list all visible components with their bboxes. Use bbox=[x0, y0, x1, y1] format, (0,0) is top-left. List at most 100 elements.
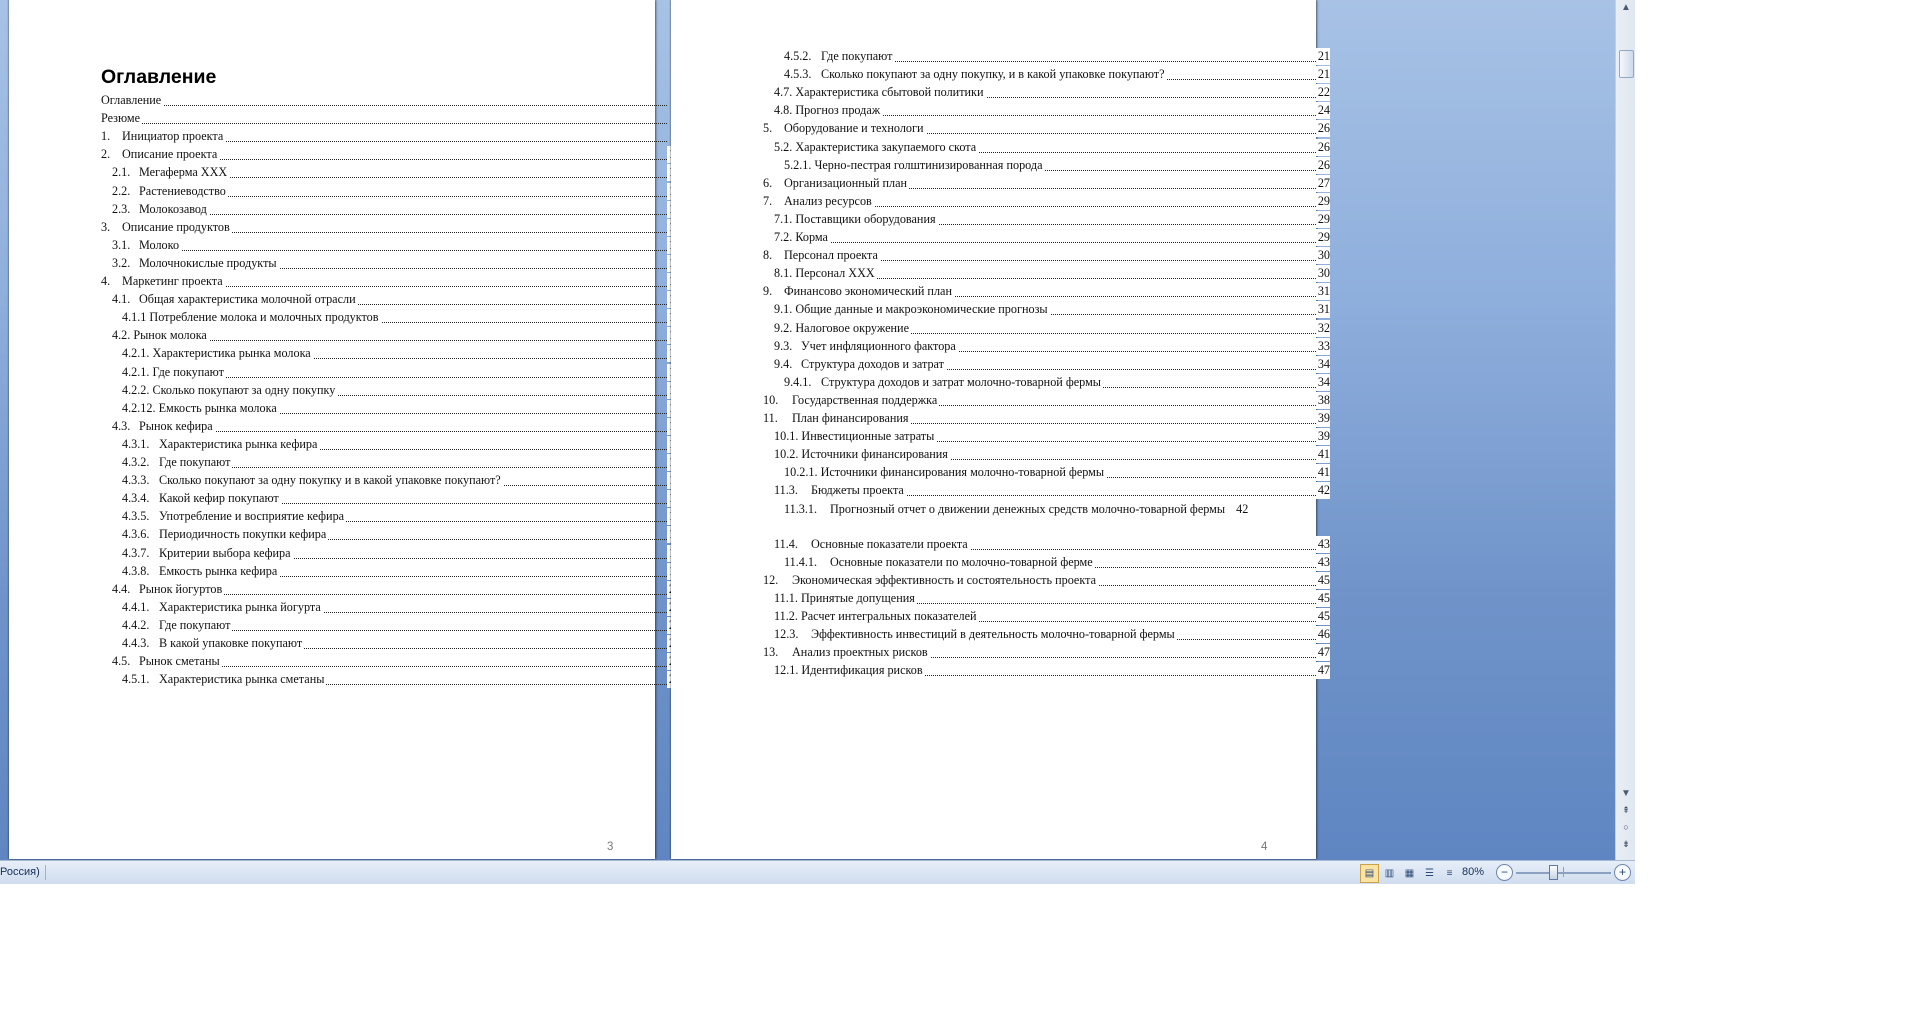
toc-entry[interactable]: 2.2.Растениеводство12 bbox=[112, 182, 681, 200]
zoom-level[interactable]: 80% bbox=[1462, 866, 1484, 878]
toc-entry[interactable]: 4.1. Общая характеристика молочной отрасл… bbox=[112, 291, 681, 309]
zoom-out-button[interactable]: − bbox=[1496, 864, 1513, 881]
toc-entry[interactable]: 10.2.1. Источники финансирования молочно… bbox=[784, 464, 1330, 482]
toc-entry[interactable]: 4.5.3. Сколько покупают за одну покупку, … bbox=[784, 66, 1330, 84]
toc-entry[interactable]: 13. Анализ проектных рисков 47 bbox=[763, 644, 1330, 662]
toc-entry[interactable]: 3.2.Молочнокислые продукты13 bbox=[112, 254, 681, 272]
toc-entry[interactable]: 4.8. Прогноз продаж 24 bbox=[774, 102, 1330, 120]
vertical-scrollbar[interactable]: ▲ ▼ ⇞ ○ ⇟ bbox=[1615, 0, 1635, 860]
toc-entry-number: 4.5.2. bbox=[784, 49, 812, 63]
toc-entry[interactable]: 5.2.1. Черно-пестрая голштинизированная … bbox=[784, 156, 1330, 174]
toc-entry-text: Экономическая эффективность и состоятель… bbox=[792, 572, 1096, 587]
toc-entry[interactable]: 4.3.5.Употребление и восприятие кефира18 bbox=[122, 508, 681, 526]
toc-entry[interactable]: 9. Финансово экономический план 31 bbox=[763, 283, 1330, 301]
toc-entry[interactable]: 2.Описание проекта10 bbox=[101, 146, 681, 164]
scroll-up-button[interactable]: ▲ bbox=[1616, 0, 1635, 16]
toc-entry-number: 11.3.1. bbox=[784, 501, 818, 516]
toc-entry[interactable]: 9.4. Структура доходов и затрат 34 bbox=[774, 355, 1330, 373]
toc-entry[interactable]: 4.4.Рынок йогуртов20 bbox=[112, 580, 681, 598]
toc-entry[interactable]: 12.1. Идентификация рисков 47 bbox=[774, 662, 1330, 680]
toc-entry[interactable]: 4.5.Рынок сметаны20 bbox=[112, 653, 681, 671]
toc-entry[interactable]: 11.4.1. Основные показатели по молочно-то… bbox=[784, 553, 1330, 571]
toc-entry[interactable]: 4.4.2.Где покупают20 bbox=[122, 616, 681, 634]
toc-entry[interactable]: 12. Экономическая эффективность и состоят… bbox=[763, 571, 1330, 589]
toc-entry[interactable]: 4.Маркетинг проекта14 bbox=[101, 273, 681, 290]
toc-entry[interactable]: 4.5.2. Где покупают 21 bbox=[784, 48, 1330, 65]
toc-entry[interactable]: 4.3.3. Сколько покупают за одну покупку и… bbox=[122, 472, 681, 490]
toc-entry[interactable]: 4.4.1.Характеристика рынка йогурта20 bbox=[122, 598, 681, 616]
toc-entry-page: 31 bbox=[1315, 301, 1330, 319]
toc-entry[interactable]: Оглавление3 bbox=[101, 92, 681, 109]
toc-entry-label: 4.2.1. Характеристика рынка молока bbox=[122, 346, 313, 361]
toc-entry[interactable]: 9.4.1. Структура доходов и затрат молочно… bbox=[784, 373, 1330, 391]
toc-entry[interactable]: 4.3.1.Характеристика рынка кефира17 bbox=[122, 435, 681, 453]
zoom-slider-thumb[interactable] bbox=[1549, 865, 1558, 880]
toc-entry[interactable]: 6. Организационный план 27 bbox=[763, 174, 1330, 192]
toc-entry[interactable]: 11.4. Основные показатели проекта 43 bbox=[774, 535, 1330, 553]
toc-entry[interactable]: 4.3.2.Где покупают17 bbox=[122, 454, 681, 471]
toc-entry-text: Эффективность инвестиций в деятельность … bbox=[811, 627, 1175, 642]
scroll-thumb[interactable] bbox=[1619, 50, 1634, 78]
toc-entry[interactable]: 9.2. Налоговое окружение 32 bbox=[774, 319, 1330, 337]
toc-entry[interactable]: 4.4.3.В какой упаковке покупают20 bbox=[122, 635, 681, 652]
zoom-in-button[interactable]: + bbox=[1614, 864, 1631, 881]
toc-entry[interactable]: 4.2.12. Емкость рынка молока16 bbox=[122, 399, 681, 417]
print-layout-view-button[interactable]: ▤ bbox=[1360, 864, 1379, 883]
toc-entry[interactable]: 9.3. Учет инфляционного фактора 33 bbox=[774, 337, 1330, 355]
toc-entry[interactable]: 4.5.1.Характеристика рынка сметаны20 bbox=[122, 671, 681, 689]
next-page-button[interactable]: ⇟ bbox=[1618, 837, 1634, 851]
toc-entry[interactable]: 4.3.8.Емкость рынка кефира19 bbox=[122, 562, 681, 580]
toc-entry[interactable]: 7. Анализ ресурсов 29 bbox=[763, 192, 1330, 210]
toc-entry-text: 5.2. Характеристика закупаемого скота bbox=[774, 139, 977, 154]
toc-entry-label: Резюме bbox=[101, 111, 143, 126]
toc-entry[interactable]: 4.2.1. Характеристика рынка молока16 bbox=[122, 345, 681, 363]
toc-entry[interactable]: 1.Инициатор проекта9 bbox=[101, 128, 681, 146]
toc-entry[interactable]: 10. Государственная поддержка 38 bbox=[763, 391, 1330, 409]
toc-entry[interactable]: 2.3.Молокозавод12 bbox=[112, 200, 681, 218]
toc-entry[interactable]: 10.1. Инвестиционные затраты 39 bbox=[774, 428, 1330, 446]
toc-entry[interactable]: 5.2. Характеристика закупаемого скота 26 bbox=[774, 138, 1330, 156]
toc-entry[interactable]: 4.3.6.Периодичность покупки кефира18 bbox=[122, 526, 681, 544]
toc-entry[interactable]: 4.2.2. Сколько покупают за одну покупку1… bbox=[122, 381, 681, 399]
toc-entry[interactable]: 7.2. Корма 29 bbox=[774, 229, 1330, 246]
toc-entry[interactable]: Резюме6 bbox=[101, 110, 681, 128]
toc-entry[interactable]: 4.1.1 Потребление молока и молочных прод… bbox=[122, 309, 681, 327]
toc-entry[interactable]: 3.1.Молоко13 bbox=[112, 236, 681, 254]
toc-entry[interactable]: 12.3. Эффективность инвестиций в деятельн… bbox=[774, 626, 1330, 644]
toc-entry[interactable]: 11.3. Бюджеты проекта 42 bbox=[774, 482, 1330, 500]
language-indicator[interactable]: Россия) bbox=[0, 866, 40, 878]
web-layout-view-button[interactable]: ▦ bbox=[1400, 864, 1419, 883]
toc-entry[interactable]: 4.3.7.Критерии выбора кефира19 bbox=[122, 544, 681, 562]
full-screen-reading-button[interactable]: ▥ bbox=[1380, 864, 1399, 883]
toc-entry[interactable]: 8.1. Персонал ХХХ 30 bbox=[774, 265, 1330, 283]
toc-entry[interactable]: 11.1. Принятые допущения 45 bbox=[774, 590, 1330, 608]
toc-entry-page: 26 bbox=[1315, 138, 1330, 156]
toc-entry[interactable]: 4.3.Рынок кефира17 bbox=[112, 417, 681, 435]
toc-entry[interactable]: 4.7. Характеристика сбытовой политики 22 bbox=[774, 84, 1330, 102]
document-page-3[interactable]: Оглавление Оглавление3Резюме61.Инициатор… bbox=[9, 0, 681, 859]
toc-entry-label: 9.2. Налоговое окружение bbox=[774, 320, 911, 335]
previous-page-button[interactable]: ⇞ bbox=[1618, 803, 1634, 817]
toc-entry-number: 2.3. bbox=[112, 201, 131, 216]
toc-entry[interactable]: 7.1. Поставщики оборудования 29 bbox=[774, 210, 1330, 228]
toc-entry-page: 38 bbox=[1315, 391, 1330, 409]
toc-entry[interactable]: 11. План финансирования 39 bbox=[763, 410, 1330, 427]
toc-entry[interactable]: 4.2. Рынок молока16 bbox=[112, 327, 681, 345]
toc-entry[interactable]: 2.1.Мегаферма ХХХ12 bbox=[112, 164, 681, 182]
toc-entry[interactable]: 9.1. Общие данные и макроэкономические п… bbox=[774, 301, 1330, 319]
document-page-4[interactable]: 4.5.2. Где покупают 21 4.5.3. Сколько покупа… bbox=[671, 0, 1330, 859]
outline-view-button[interactable]: ☰ bbox=[1420, 864, 1439, 883]
toc-entry[interactable]: 11.3.1. Прогнозный отчет о движении денеж… bbox=[784, 501, 1330, 518]
toc-entry[interactable]: 3.Описание продуктов13 bbox=[101, 218, 681, 236]
draft-view-button[interactable]: ≡ bbox=[1440, 864, 1459, 883]
toc-entry-text: Оглавление bbox=[101, 93, 162, 107]
toc-entry[interactable]: 11.2. Расчет интегральных показателей 45 bbox=[774, 608, 1330, 626]
select-browse-object-button[interactable]: ○ bbox=[1618, 820, 1634, 834]
toc-entry[interactable]: 5. Оборудование и технологи 26 bbox=[763, 120, 1330, 138]
toc-entry[interactable]: 4.3.4.Какой кефир покупают18 bbox=[122, 490, 681, 508]
toc-entry[interactable]: 8. Персонал проекта 30 bbox=[763, 247, 1330, 265]
toc-entry-label: 8.1. Персонал ХХХ bbox=[774, 266, 877, 281]
toc-entry[interactable]: 10.2. Источники финансирования 41 bbox=[774, 446, 1330, 464]
scroll-down-button[interactable]: ▼ bbox=[1616, 786, 1635, 802]
toc-entry[interactable]: 4.2.1. Где покупают16 bbox=[122, 363, 681, 381]
